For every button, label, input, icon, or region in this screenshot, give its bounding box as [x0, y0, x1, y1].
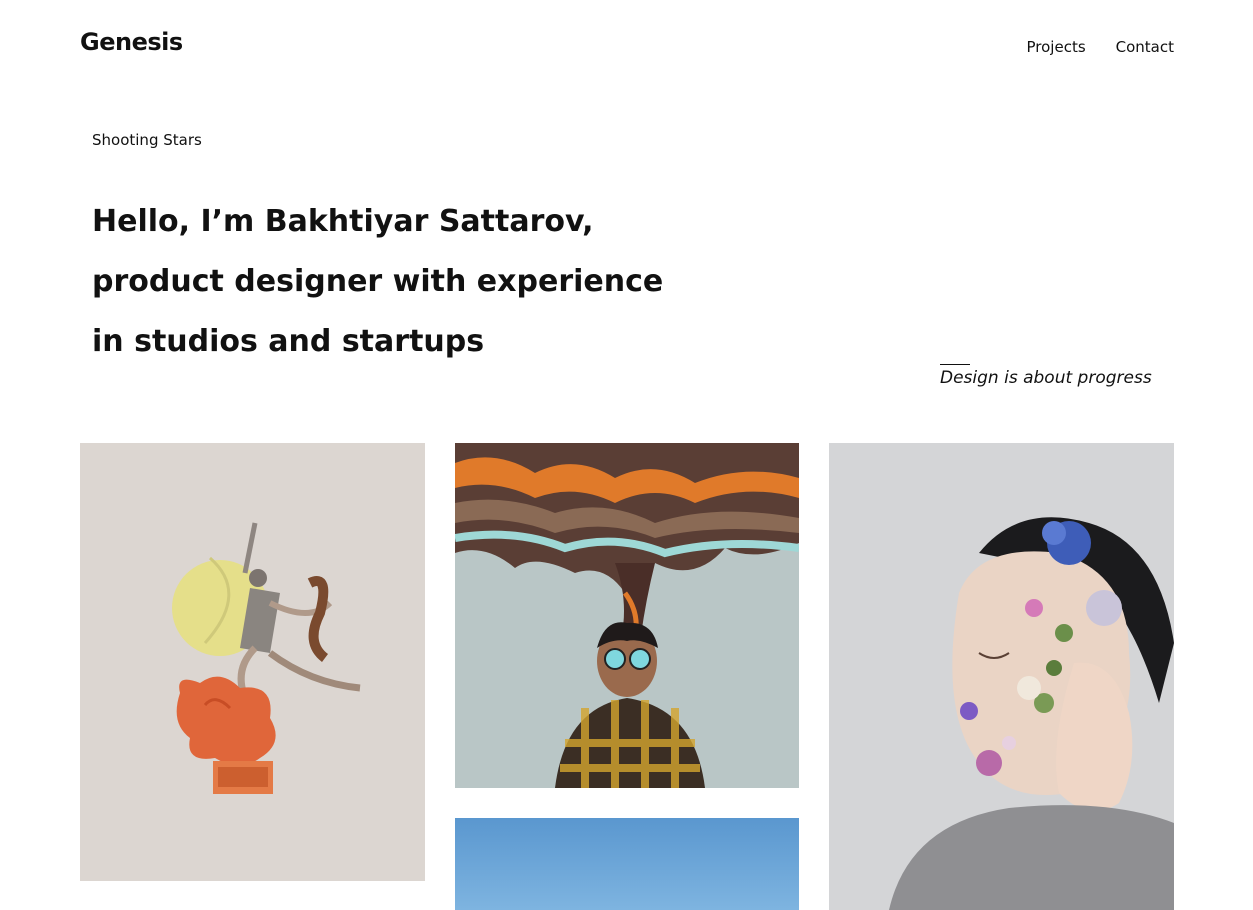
gallery-image-blue-sky[interactable] [455, 818, 799, 910]
gallery-image-man-with-flowers[interactable] [829, 443, 1174, 910]
hero-line-3: in studios and startups [92, 324, 485, 359]
blue-sky-image [455, 818, 799, 910]
man-with-smoke-illustration [455, 443, 799, 788]
man-with-flowers-illustration [829, 443, 1174, 910]
tagline: Design is about progress [940, 368, 1152, 388]
hero-heading: Hello, I’m Bakhtiyar Sattarov, product d… [92, 192, 712, 372]
nav-contact-link[interactable]: Contact [1116, 38, 1174, 56]
brand-logo[interactable]: Genesis [80, 28, 183, 56]
main-nav: Projects Contact [1027, 38, 1175, 56]
gallery-image-man-with-smoke[interactable] [455, 443, 799, 788]
dancer-collage-illustration [80, 443, 425, 881]
gallery-image-dancer-collage[interactable] [80, 443, 425, 881]
section-label: Shooting Stars [92, 131, 202, 149]
hero-line-2: product designer with experience [92, 264, 664, 299]
hero-line-1: Hello, I’m Bakhtiyar Sattarov, [92, 204, 594, 239]
tagline-divider [940, 364, 970, 365]
nav-projects-link[interactable]: Projects [1027, 38, 1086, 56]
